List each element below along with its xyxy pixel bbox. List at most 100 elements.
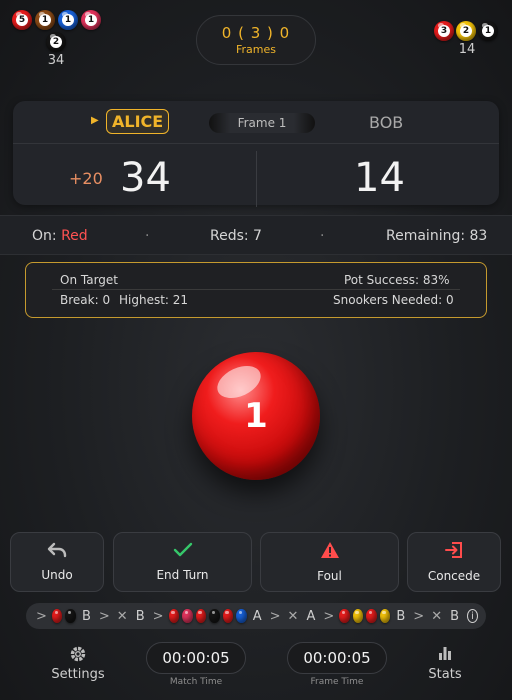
player-a-name[interactable]: ALICE <box>106 109 170 134</box>
yellow-ball <box>352 609 364 623</box>
frame-indicator: Frame 1 <box>209 113 315 133</box>
player-a-bonus: +20 <box>69 169 103 188</box>
stats-label: Stats <box>428 667 462 682</box>
ball-on-value: Red <box>61 228 88 244</box>
ball-on-button[interactable]: 1 <box>192 352 320 480</box>
black-ball <box>65 609 76 623</box>
foul-label: Foul <box>317 569 342 583</box>
red-ball <box>222 609 234 623</box>
stats-button[interactable]: Stats <box>420 645 470 682</box>
undo-icon <box>47 542 67 562</box>
frames-score: 0 ( 3 ) 0 <box>221 24 291 42</box>
history-arrow: > <box>36 608 47 624</box>
brown-ball: 1 <box>35 10 55 30</box>
red-ball: 3 <box>434 21 454 41</box>
red-ball <box>366 609 377 623</box>
red-ball-count: 5 <box>16 14 28 26</box>
history-player: B <box>396 608 406 624</box>
end-turn-label: End Turn <box>156 568 209 582</box>
status-bar: On: Red · Reds: 7 · Remaining: 83 <box>0 215 512 255</box>
blue-ball <box>236 609 247 623</box>
red-ball <box>168 609 180 623</box>
player-b-potted-balls: 321 14 <box>434 21 502 57</box>
history-player: A <box>252 608 262 624</box>
black-ball-count: 1 <box>482 25 494 37</box>
player-a-potted-total: 34 <box>47 53 65 68</box>
player-b-score: 14 <box>354 155 405 201</box>
black-ball-count: 2 <box>50 36 62 48</box>
exit-icon <box>444 541 464 563</box>
blue-ball: 1 <box>58 10 78 30</box>
settings-button[interactable]: Settings <box>50 645 106 682</box>
history-arrow: > <box>152 608 164 624</box>
status-separator: · <box>320 228 325 244</box>
concede-label: Concede <box>427 569 481 583</box>
on-target-label: On Target <box>60 273 118 287</box>
frame-timer: 00:00:05 <box>287 642 387 674</box>
frame-timer-label: Frame Time <box>310 677 364 687</box>
scoreboard-divider <box>256 151 257 207</box>
red-ball <box>51 609 63 623</box>
miss-icon: ✕ <box>287 608 299 624</box>
player-b-name[interactable]: BOB <box>369 113 403 132</box>
current-break: Break: 0 <box>60 293 111 307</box>
frames-label: Frames <box>235 43 276 56</box>
target-divider <box>52 289 460 290</box>
black-ball: 2 <box>46 32 66 52</box>
pot-success: Pot Success: 83% <box>344 273 450 287</box>
red-ball-count: 3 <box>438 25 450 37</box>
brown-ball-count: 1 <box>39 14 51 26</box>
red-ball <box>339 609 350 623</box>
player-b-potted-total: 14 <box>458 42 476 57</box>
active-player-arrow-icon: ▶ <box>91 115 99 126</box>
settings-label: Settings <box>51 667 105 682</box>
warning-icon <box>320 541 340 563</box>
undo-button[interactable]: Undo <box>10 532 104 592</box>
end-turn-button[interactable]: End Turn <box>113 532 252 592</box>
red-ball: 5 <box>12 10 32 30</box>
gear-icon <box>50 645 106 663</box>
black-ball <box>209 609 220 623</box>
bar-chart-icon <box>420 645 470 663</box>
history-arrow: > <box>413 608 425 624</box>
pink-ball <box>182 609 193 623</box>
player-a-potted-balls: 5111 2 34 <box>12 10 104 68</box>
target-panel: On Target Pot Success: 83% Break: 0 High… <box>25 262 487 318</box>
shot-history[interactable]: > B > ✕ B > A > ✕ A > B > ✕ Bi <box>26 603 486 629</box>
concede-button[interactable]: Concede <box>407 532 501 592</box>
scoreboard-divider <box>13 143 499 144</box>
snookers-needed: Snookers Needed: 0 <box>333 293 454 307</box>
miss-icon: ✕ <box>431 608 443 624</box>
points-remaining: Remaining: 83 <box>386 228 488 244</box>
miss-icon: ✕ <box>116 608 128 624</box>
yellow-ball: 2 <box>456 21 476 41</box>
yellow-ball-count: 2 <box>460 25 472 37</box>
player-a-score: 34 <box>120 155 171 201</box>
history-arrow: > <box>269 608 281 624</box>
yellow-ball <box>379 609 391 623</box>
ball-on-number: 1 <box>244 396 268 436</box>
history-arrow: > <box>98 608 110 624</box>
foul-button[interactable]: Foul <box>260 532 399 592</box>
scoreboard: ▶ ALICE Frame 1 BOB +20 34 14 <box>13 101 499 207</box>
red-ball <box>195 609 207 623</box>
pink-ball-count: 1 <box>85 14 97 26</box>
match-timer-label: Match Time <box>169 677 223 687</box>
frames-counter: 0 ( 3 ) 0 Frames <box>196 15 316 65</box>
blue-ball-count: 1 <box>62 14 74 26</box>
undo-label: Undo <box>41 568 73 582</box>
ball-on-status: On: Red <box>32 228 88 244</box>
checkmark-icon <box>173 542 193 562</box>
pink-ball: 1 <box>81 10 101 30</box>
history-player: B <box>450 608 460 624</box>
history-player: B <box>135 608 145 624</box>
history-arrow: > <box>323 608 335 624</box>
status-separator: · <box>145 228 150 244</box>
history-player: A <box>306 608 316 624</box>
black-ball: 1 <box>478 21 498 41</box>
reds-remaining: Reds: 7 <box>210 228 262 244</box>
history-player: B <box>81 608 91 624</box>
info-icon[interactable]: i <box>467 609 479 623</box>
match-timer: 00:00:05 <box>146 642 246 674</box>
highest-break: Highest: 21 <box>119 293 189 307</box>
